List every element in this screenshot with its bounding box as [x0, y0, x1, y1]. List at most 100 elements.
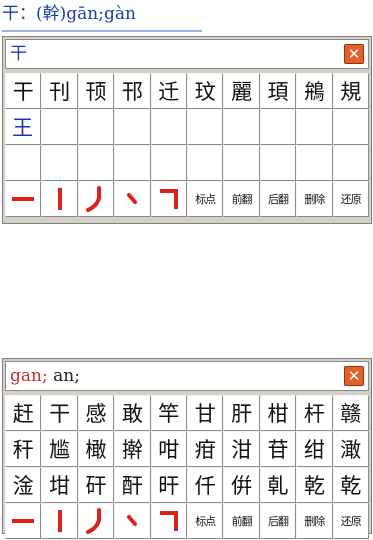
- candidate-cell[interactable]: 酐: [114, 467, 151, 503]
- input-value: 干: [10, 44, 27, 64]
- empty-cell[interactable]: [150, 145, 187, 181]
- candidate-cell[interactable]: 擀: [114, 431, 151, 467]
- candidate-cell[interactable]: 干: [5, 73, 42, 109]
- candidate-cell[interactable]: 绀: [296, 431, 333, 467]
- candidate-cell[interactable]: 泔: [223, 431, 260, 467]
- candidate-cell[interactable]: 倂: [223, 467, 260, 503]
- page-down-button[interactable]: 后翻: [259, 503, 297, 539]
- empty-cell[interactable]: [5, 145, 42, 181]
- delete-button[interactable]: 删除: [296, 503, 333, 539]
- candidate-grid: 干 刊 顸 邗 迁 玟 麗 頊 鴘 規 王 标点 前翻 后翻 删除 还原: [5, 73, 369, 217]
- restore-button[interactable]: 还原: [332, 503, 369, 539]
- candidate-cell[interactable]: 竿: [150, 395, 187, 431]
- input-pinyin: gan;: [10, 366, 48, 386]
- entry-line: 干：(幹)gān;gàn: [2, 2, 202, 32]
- empty-cell[interactable]: [296, 145, 333, 181]
- stroke-heng-icon: [12, 519, 35, 523]
- candidate-cell[interactable]: 坩: [41, 467, 78, 503]
- close-icon[interactable]: ✕: [344, 366, 364, 386]
- page-up-button[interactable]: 前翻: [223, 503, 260, 539]
- candidate-cell[interactable]: 甘: [187, 395, 224, 431]
- stroke-zhe-icon: [159, 189, 178, 209]
- candidate-cell[interactable]: 矸: [77, 467, 115, 503]
- candidate-cell[interactable]: 乾: [332, 467, 369, 503]
- candidate-cell[interactable]: 赶: [5, 395, 42, 431]
- punctuation-button[interactable]: 标点: [187, 181, 224, 217]
- close-icon[interactable]: ✕: [344, 44, 364, 64]
- candidate-cell[interactable]: 旰: [150, 467, 187, 503]
- empty-cell[interactable]: [114, 145, 151, 181]
- empty-cell[interactable]: [332, 145, 369, 181]
- stroke-heng-button[interactable]: [5, 181, 42, 217]
- empty-cell[interactable]: [259, 109, 297, 145]
- stroke-dian-button[interactable]: [114, 181, 151, 217]
- candidate-cell[interactable]: 干: [41, 395, 78, 431]
- empty-cell[interactable]: [187, 145, 224, 181]
- page-down-button[interactable]: 后翻: [259, 181, 297, 217]
- stroke-shu-button[interactable]: [41, 181, 78, 217]
- stroke-shu-icon: [57, 188, 62, 210]
- candidate-cell[interactable]: 赣: [332, 395, 369, 431]
- input-field[interactable]: gan; an; ✕: [5, 361, 369, 391]
- candidate-grid: 赶 干 感 敢 竿 甘 肝 柑 杆 赣 秆 尴 橄 擀 咁 疳 泔 苷 绀 澉 …: [5, 395, 369, 539]
- stroke-pie-button[interactable]: [77, 503, 115, 539]
- candidate-cell[interactable]: 杆: [296, 395, 333, 431]
- empty-cell[interactable]: [332, 109, 369, 145]
- input-field[interactable]: 干 ✕: [5, 39, 369, 69]
- empty-cell[interactable]: [223, 109, 260, 145]
- handwriting-input-panel-top: 干 ✕ 干 刊 顸 邗 迁 玟 麗 頊 鴘 規 王 标点 前翻 后翻 删除 还原: [2, 36, 372, 224]
- page-up-button[interactable]: 前翻: [223, 181, 260, 217]
- stroke-heng-icon: [12, 197, 35, 201]
- empty-cell[interactable]: [41, 145, 78, 181]
- stroke-zhe-button[interactable]: [150, 503, 187, 539]
- candidate-cell[interactable]: 淦: [5, 467, 42, 503]
- stroke-zhe-button[interactable]: [150, 181, 187, 217]
- candidate-cell[interactable]: 苷: [259, 431, 297, 467]
- restore-button[interactable]: 还原: [332, 181, 369, 217]
- stroke-dian-button[interactable]: [114, 503, 151, 539]
- stroke-dian-icon: [127, 193, 138, 204]
- candidate-cell[interactable]: 肝: [223, 395, 260, 431]
- empty-cell[interactable]: [223, 145, 260, 181]
- empty-cell[interactable]: [114, 109, 151, 145]
- candidate-cell[interactable]: 刊: [41, 73, 78, 109]
- candidate-cell[interactable]: 麗: [223, 73, 260, 109]
- punctuation-button[interactable]: 标点: [187, 503, 224, 539]
- stroke-heng-button[interactable]: [5, 503, 42, 539]
- candidate-cell[interactable]: 鴘: [296, 73, 333, 109]
- empty-cell[interactable]: [296, 109, 333, 145]
- candidate-cell[interactable]: 咁: [150, 431, 187, 467]
- candidate-cell[interactable]: 仟: [187, 467, 224, 503]
- stroke-pie-icon: [85, 508, 101, 534]
- candidate-cell[interactable]: 敢: [114, 395, 151, 431]
- candidate-cell[interactable]: 澉: [332, 431, 369, 467]
- pinyin-input-panel-bottom: gan; an; ✕ 赶 干 感 敢 竿 甘 肝 柑 杆 赣 秆 尴 橄 擀 咁…: [2, 358, 372, 539]
- empty-cell[interactable]: [187, 109, 224, 145]
- candidate-cell[interactable]: 疳: [187, 431, 224, 467]
- empty-cell[interactable]: [77, 109, 115, 145]
- candidate-cell[interactable]: 橄: [77, 431, 115, 467]
- empty-cell[interactable]: [150, 109, 187, 145]
- input-pinyin-rest: an;: [47, 366, 80, 386]
- candidate-cell[interactable]: 顸: [77, 73, 115, 109]
- candidate-cell[interactable]: 王: [5, 109, 42, 145]
- candidate-cell[interactable]: 感: [77, 395, 115, 431]
- stroke-dian-icon: [127, 515, 138, 526]
- empty-cell[interactable]: [41, 109, 78, 145]
- candidate-cell[interactable]: 乾: [296, 467, 333, 503]
- candidate-cell[interactable]: 迁: [150, 73, 187, 109]
- empty-cell[interactable]: [77, 145, 115, 181]
- stroke-pie-button[interactable]: [77, 181, 115, 217]
- candidate-cell[interactable]: 秆: [5, 431, 42, 467]
- candidate-cell[interactable]: 乹: [259, 467, 297, 503]
- stroke-shu-icon: [57, 510, 62, 532]
- candidate-cell[interactable]: 邗: [114, 73, 151, 109]
- empty-cell[interactable]: [259, 145, 297, 181]
- candidate-cell[interactable]: 尴: [41, 431, 78, 467]
- stroke-shu-button[interactable]: [41, 503, 78, 539]
- candidate-cell[interactable]: 規: [332, 73, 369, 109]
- candidate-cell[interactable]: 柑: [259, 395, 297, 431]
- delete-button[interactable]: 删除: [296, 181, 333, 217]
- candidate-cell[interactable]: 玟: [187, 73, 224, 109]
- candidate-cell[interactable]: 頊: [259, 73, 297, 109]
